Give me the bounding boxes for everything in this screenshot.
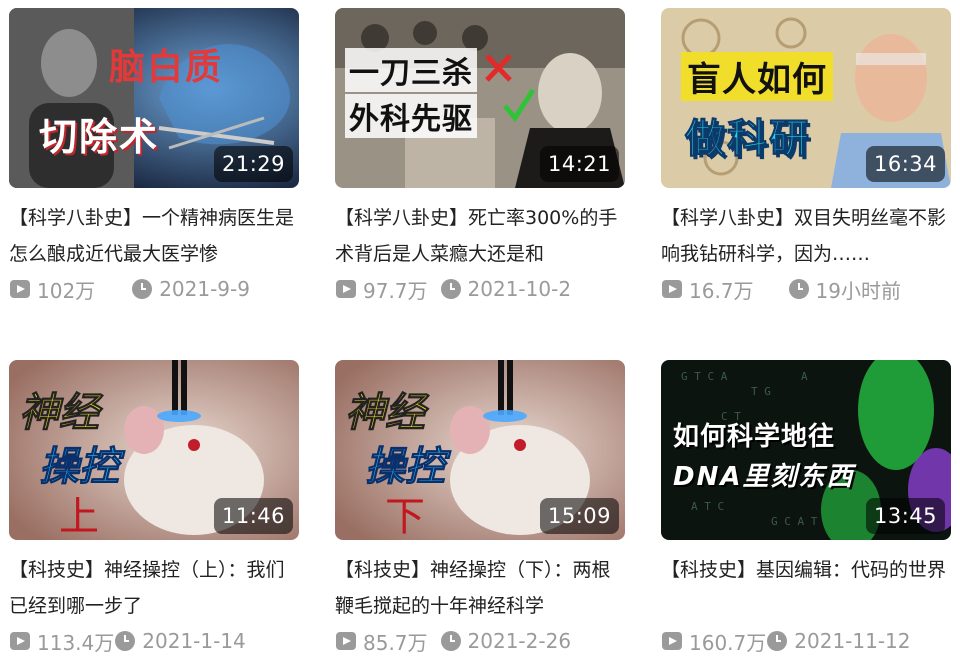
clock-icon <box>131 278 153 300</box>
thumbnail-caption: 脑白质 <box>109 47 224 88</box>
video-card[interactable]: 一刀三杀 外科先驱 14:21 【科学八卦史】死亡率300%的手术背后是人菜瘾大… <box>335 8 625 306</box>
duration-badge: 16:34 <box>865 146 945 182</box>
video-meta: 85.7万 2021-2-26 <box>335 624 625 658</box>
play-count-icon <box>335 630 357 652</box>
video-meta: 113.4万 2021-1-14 <box>9 624 299 658</box>
video-title[interactable]: 【科学八卦史】双目失明丝毫不影响我钻研科学，因为…… <box>661 200 951 272</box>
duration-badge: 11:46 <box>213 498 293 534</box>
video-card[interactable]: 脑白质 切除术 21:29 【科学八卦史】一个精神病医生是怎么酿成近代最大医学惨… <box>9 8 299 306</box>
clock-icon <box>766 630 788 652</box>
svg-text:G C A T: G C A T <box>771 515 818 528</box>
thumbnail-caption: 一刀三杀 <box>345 48 477 92</box>
thumbnail-caption: 上 <box>59 494 99 540</box>
duration-badge: 21:29 <box>213 146 293 182</box>
video-title[interactable]: 【科学八卦史】一个精神病医生是怎么酿成近代最大医学惨 <box>9 200 299 272</box>
svg-text:T G: T G <box>751 385 771 398</box>
svg-text:G T C A: G T C A <box>681 370 728 383</box>
thumbnail-caption: 下 <box>385 494 425 540</box>
clock-icon <box>788 278 810 300</box>
clock-icon <box>440 278 462 300</box>
play-count-icon <box>9 278 31 300</box>
video-card[interactable]: 神经 操控 下 15:09 【科技史】神经操控（下）：两根鞭毛搅起的十年神经科学… <box>335 360 625 658</box>
thumbnail-caption: 如何科学地往 <box>673 422 836 452</box>
thumbnail-caption: 做科研 <box>685 116 811 163</box>
view-count: 97.7万 <box>335 275 428 304</box>
thumbnail-caption: 盲人如何 <box>681 52 833 101</box>
video-title[interactable]: 【科技史】神经操控（上）：我们已经到哪一步了 <box>9 552 299 624</box>
video-thumbnail[interactable]: 神经 操控 上 11:46 <box>9 360 299 540</box>
thumbnail-caption: 切除术 <box>39 115 160 159</box>
video-card[interactable]: 盲人如何 做科研 16:34 【科学八卦史】双目失明丝毫不影响我钻研科学，因为…… <box>661 8 951 306</box>
duration-badge: 13:45 <box>865 498 945 534</box>
publish-date: 2021-10-2 <box>440 277 571 301</box>
video-thumbnail[interactable]: 脑白质 切除术 21:29 <box>9 8 299 188</box>
video-title[interactable]: 【科技史】神经操控（下）：两根鞭毛搅起的十年神经科学 <box>335 552 625 624</box>
thumbnail-caption: DNA里刻东西 <box>673 462 855 492</box>
view-count: 16.7万 <box>661 275 754 304</box>
play-count-icon <box>661 630 683 652</box>
svg-text:A T C: A T C <box>691 500 724 513</box>
video-thumbnail[interactable]: 神经 操控 下 15:09 <box>335 360 625 540</box>
video-meta: 160.7万 2021-11-12 <box>661 624 951 658</box>
video-card[interactable]: 神经 操控 上 11:46 【科技史】神经操控（上）：我们已经到哪一步了 113… <box>9 360 299 658</box>
video-title[interactable]: 【科学八卦史】死亡率300%的手术背后是人菜瘾大还是和 <box>335 200 625 272</box>
view-count: 160.7万 <box>661 627 766 656</box>
duration-badge: 15:09 <box>539 498 619 534</box>
clock-icon <box>440 630 462 652</box>
thumbnail-caption: 外科先驱 <box>345 94 477 138</box>
publish-date: 19小时前 <box>788 275 901 304</box>
video-thumbnail[interactable]: G T C AT G A T CG C A T C TA 如何科学地往 DNA里… <box>661 360 951 540</box>
video-meta: 102万 2021-9-9 <box>9 272 299 306</box>
publish-date: 2021-9-9 <box>131 277 250 301</box>
view-count: 113.4万 <box>9 627 114 656</box>
publish-date: 2021-1-14 <box>114 629 246 653</box>
play-count-icon <box>9 630 31 652</box>
video-meta: 16.7万 19小时前 <box>661 272 951 306</box>
view-count: 85.7万 <box>335 627 428 656</box>
view-count: 102万 <box>9 275 95 304</box>
publish-date: 2021-2-26 <box>440 629 571 653</box>
thumbnail-caption: 神经 <box>345 390 426 437</box>
svg-text:A: A <box>801 370 808 383</box>
publish-date: 2021-11-12 <box>766 629 911 653</box>
video-thumbnail[interactable]: 盲人如何 做科研 16:34 <box>661 8 951 188</box>
video-title[interactable]: 【科技史】基因编辑：代码的世界 <box>661 552 951 624</box>
play-count-icon <box>335 278 357 300</box>
video-meta: 97.7万 2021-10-2 <box>335 272 625 306</box>
play-count-icon <box>661 278 683 300</box>
thumbnail-caption: 神经 <box>19 390 100 437</box>
video-card[interactable]: G T C AT G A T CG C A T C TA 如何科学地往 DNA里… <box>661 360 951 658</box>
video-thumbnail[interactable]: 一刀三杀 外科先驱 14:21 <box>335 8 625 188</box>
duration-badge: 14:21 <box>539 146 619 182</box>
clock-icon <box>114 630 136 652</box>
